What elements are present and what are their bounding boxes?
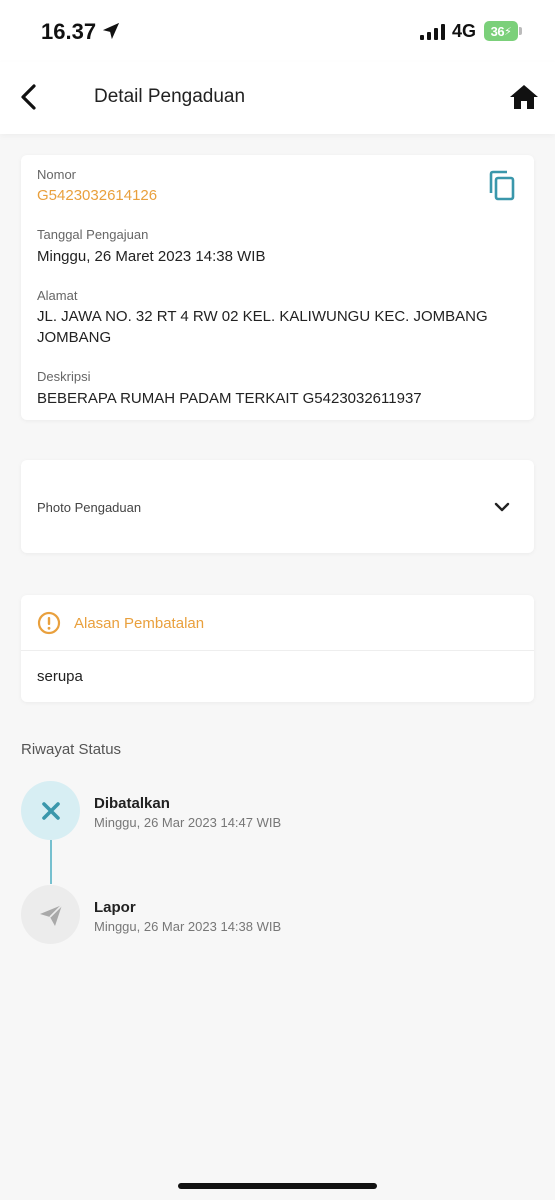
timeline-item-status: Dibatalkan: [94, 795, 170, 812]
deskripsi-value: BEBERAPA RUMAH PADAM TERKAIT G5423032611…: [37, 390, 422, 407]
photo-accordion[interactable]: Photo Pengaduan: [21, 460, 534, 553]
nomor-value: G5423032614126: [37, 187, 158, 204]
cancel-reason-header: Alasan Pembatalan: [21, 595, 534, 651]
battery-cap: [519, 27, 522, 35]
copy-button[interactable]: [487, 170, 517, 202]
signal-bars-icon: [420, 24, 445, 40]
network-type: 4G: [452, 21, 477, 41]
alamat-value: JL. JAWA NO. 32 RT 4 RW 02 KEL. KALIWUNG…: [37, 308, 488, 346]
battery-indicator: 36 ⚡: [484, 21, 518, 41]
tanggal-value: Minggu, 26 Maret 2023 14:38 WIB: [37, 248, 266, 265]
complaint-detail-card: Nomor G5423032614126 Tanggal Pengajuan M…: [21, 155, 534, 420]
alert-circle-icon: [37, 611, 61, 635]
history-title: Riwayat Status: [21, 741, 122, 758]
timeline-item-time: Minggu, 26 Mar 2023 14:47 WIB: [94, 815, 282, 830]
timeline-status-cancelled: [21, 781, 80, 840]
send-icon: [39, 903, 63, 926]
home-indicator[interactable]: [178, 1183, 377, 1189]
timeline-status-report: [21, 885, 80, 944]
timeline-item-status: Lapor: [94, 899, 136, 916]
photo-label: Photo Pengaduan: [37, 500, 142, 515]
status-time: 16.37: [41, 19, 97, 44]
status-bar: 16.37 4G 36 ⚡: [0, 0, 555, 62]
nomor-label: Nomor: [37, 167, 77, 182]
charging-bolt-icon: ⚡: [504, 25, 512, 38]
back-button[interactable]: [14, 80, 46, 114]
cancel-reason-title: Alasan Pembatalan: [74, 615, 205, 632]
close-icon: [41, 801, 60, 820]
alamat-label: Alamat: [37, 288, 78, 303]
page-title: Detail Pengaduan: [94, 86, 246, 107]
app-header: Detail Pengaduan: [0, 62, 555, 134]
tanggal-label: Tanggal Pengajuan: [37, 227, 149, 242]
cancel-reason-value: serupa: [37, 668, 83, 685]
cancel-reason-card: Alasan Pembatalan serupa: [21, 595, 534, 702]
home-button[interactable]: [508, 82, 540, 112]
deskripsi-label: Deskripsi: [37, 369, 91, 384]
battery-level: 36: [490, 23, 505, 39]
timeline-item-time: Minggu, 26 Mar 2023 14:38 WIB: [94, 919, 282, 934]
timeline-connector: [50, 840, 52, 884]
chevron-down-icon[interactable]: [493, 498, 511, 516]
location-arrow-icon: [102, 22, 120, 40]
